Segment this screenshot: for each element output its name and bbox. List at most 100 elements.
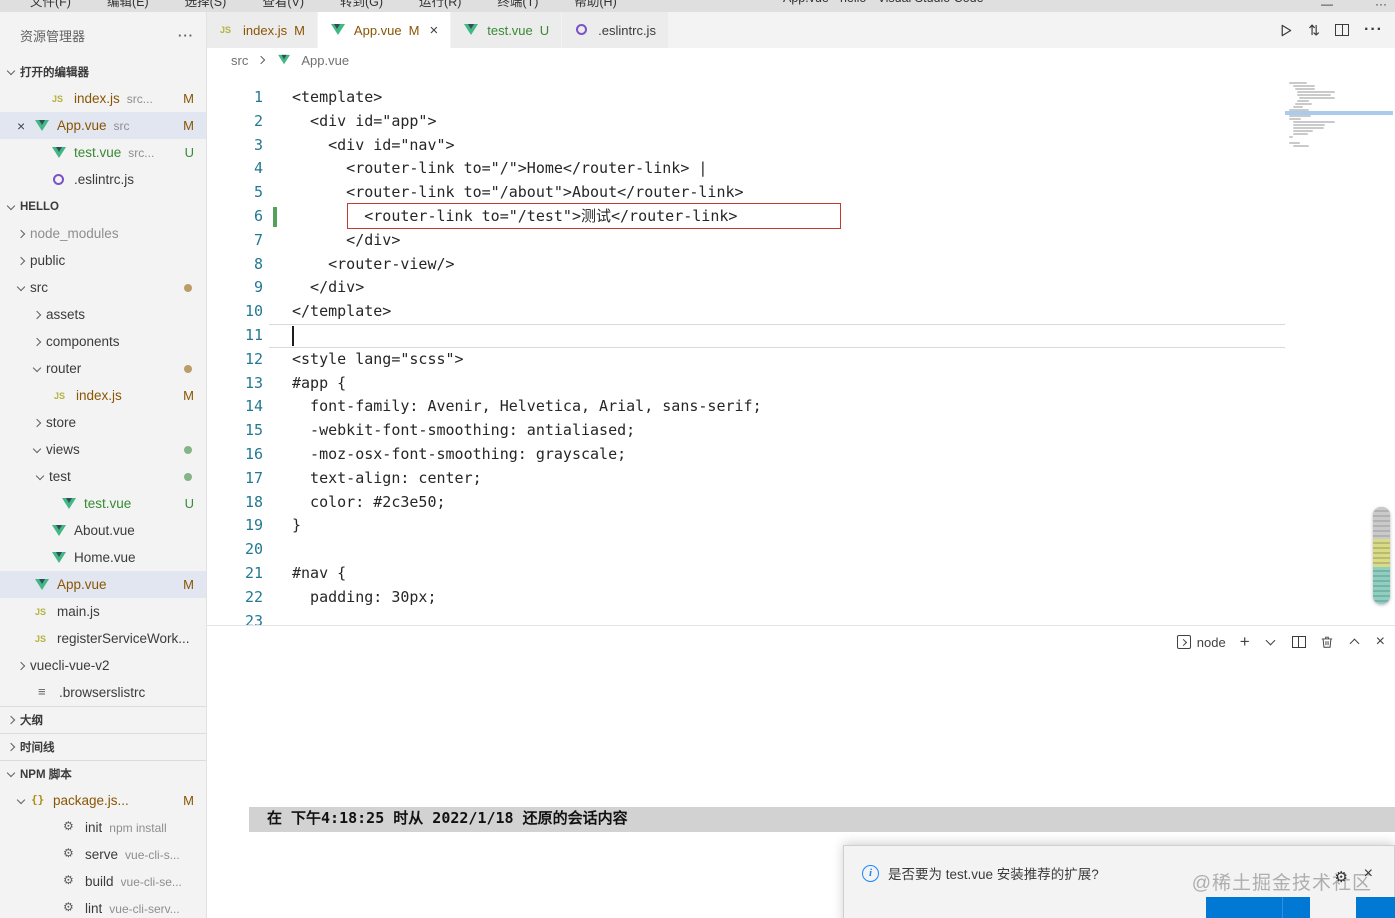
script-name: package.js... — [53, 793, 129, 808]
open-editor-row[interactable]: .eslintrc.js — [0, 166, 206, 193]
notification-settings-icon[interactable]: ⚙ — [1335, 868, 1348, 886]
tree-row[interactable]: assets — [0, 301, 206, 328]
breadcrumb-folder[interactable]: src — [231, 53, 248, 68]
editor-more-icon[interactable]: ··· — [1364, 21, 1383, 39]
terminal-dropdown-icon[interactable] — [1264, 635, 1278, 649]
file-name: public — [30, 253, 66, 268]
tree-row[interactable]: App.vue M — [0, 571, 206, 598]
section-npm-scripts[interactable]: NPM 脚本 — [0, 760, 206, 787]
panel-header: node + × — [207, 626, 1395, 659]
show-recommendations-button[interactable] — [1356, 897, 1395, 918]
line-number: 10 — [244, 302, 263, 321]
split-terminal-icon[interactable] — [1291, 636, 1306, 648]
tree-row[interactable]: router — [0, 355, 206, 382]
tab-eslintrc[interactable]: .eslintrc.js — [562, 12, 669, 48]
npm-script-row[interactable]: build vue-cli-se... — [0, 868, 206, 895]
tree-row[interactable]: test — [0, 463, 206, 490]
git-badge: M — [183, 577, 194, 592]
open-editor-row[interactable]: index.js src... M — [0, 85, 206, 112]
open-changes-icon[interactable]: ⇅ — [1308, 22, 1320, 39]
script-icon — [30, 793, 47, 809]
tree-row[interactable]: vuecli-vue-v2 — [0, 652, 206, 679]
code-editor[interactable]: 1 <template> 2 <div id="app"> 3 <div id=… — [207, 72, 1395, 625]
npm-script-row[interactable]: lint vue-cli-serv... — [0, 895, 206, 918]
file-icon — [51, 523, 68, 539]
minimize-icon[interactable]: — — [1321, 0, 1333, 11]
file-name: assets — [46, 307, 86, 322]
file-name: main.js — [57, 604, 100, 619]
tree-row[interactable]: src — [0, 274, 206, 301]
tab-app-vue[interactable]: App.vue M × — [317, 12, 452, 48]
close-icon[interactable]: × — [429, 22, 438, 39]
tab-test-vue[interactable]: test.vue U — [451, 12, 563, 48]
code-line: 7 </div> — [207, 229, 1395, 253]
install-button[interactable] — [1206, 897, 1310, 918]
window-more-icon[interactable]: ··· — [1375, 0, 1387, 11]
tree-row[interactable]: node_modules — [0, 220, 206, 247]
editor-actions: ⇅ ··· — [1278, 12, 1383, 48]
npm-script-row[interactable]: init npm install — [0, 814, 206, 841]
js-icon — [219, 22, 236, 38]
file-name: test.vue — [74, 145, 122, 160]
open-editor-row[interactable]: App.vue src M — [0, 112, 206, 139]
npm-script-row[interactable]: package.js... M — [0, 787, 206, 814]
menu-selection[interactable]: 选择(S) — [185, 0, 227, 10]
line-text: -moz-osx-font-smoothing: grayscale; — [292, 444, 627, 463]
close-icon[interactable] — [17, 118, 34, 134]
tree-row[interactable]: components — [0, 328, 206, 355]
tree-row[interactable]: About.vue — [0, 517, 206, 544]
open-editors-list: index.js src... M App.vue src M test.vue… — [0, 85, 206, 193]
notification-close-icon[interactable]: × — [1364, 865, 1373, 883]
line-number: 5 — [253, 183, 263, 202]
menu-run[interactable]: 运行(R) — [419, 0, 461, 10]
chevron-icon — [30, 361, 46, 377]
tree-row[interactable]: Home.vue — [0, 544, 206, 571]
menu-terminal[interactable]: 终端(T) — [497, 0, 538, 10]
section-outline[interactable]: 大纲 — [0, 706, 206, 733]
git-badge: U — [184, 496, 194, 511]
script-command: vue-cli-serv... — [109, 901, 180, 916]
terminal-selector[interactable]: node — [1176, 635, 1226, 650]
line-text: </div> — [292, 230, 401, 249]
explorer-more-icon[interactable]: ··· — [178, 28, 194, 43]
menu-edit[interactable]: 编辑(E) — [107, 0, 149, 10]
chevron-right-icon — [4, 739, 20, 755]
menu-help[interactable]: 帮助(H) — [574, 0, 616, 10]
tree-row[interactable]: test.vue U — [0, 490, 206, 517]
menu-view[interactable]: 查看(V) — [262, 0, 304, 10]
tree-row[interactable]: registerServiceWork... — [0, 625, 206, 652]
menu-go[interactable]: 转到(G) — [340, 0, 383, 10]
section-label: 打开的编辑器 — [20, 66, 89, 79]
line-text: </div> — [292, 278, 365, 297]
breadcrumb[interactable]: src App.vue — [207, 48, 1395, 72]
tab-label: .eslintrc.js — [598, 22, 656, 38]
tree-row[interactable]: views — [0, 436, 206, 463]
section-open-editors[interactable]: 打开的编辑器 — [0, 58, 206, 85]
tree-row[interactable]: .browserslistrc — [0, 679, 206, 706]
install-dropdown-icon[interactable] — [1283, 897, 1309, 918]
menu-file[interactable]: 文件(F) — [30, 0, 71, 10]
file-icon — [51, 172, 68, 188]
file-name: .eslintrc.js — [74, 172, 135, 187]
new-terminal-icon[interactable]: + — [1240, 633, 1250, 650]
maximize-panel-icon[interactable] — [1348, 635, 1362, 649]
split-editor-icon[interactable] — [1335, 24, 1350, 36]
line-text: <router-link to="/test">测试</router-link> — [292, 206, 738, 225]
file-icon — [61, 496, 78, 512]
run-icon[interactable] — [1278, 23, 1293, 38]
script-command: vue-cli-s... — [125, 847, 180, 862]
tree-row[interactable]: public — [0, 247, 206, 274]
open-editor-row[interactable]: test.vue src... U — [0, 139, 206, 166]
file-icon — [34, 118, 51, 134]
tab-index-js[interactable]: index.js M — [207, 12, 318, 48]
tree-row[interactable]: index.js M — [0, 382, 206, 409]
tree-row[interactable]: main.js — [0, 598, 206, 625]
npm-script-row[interactable]: serve vue-cli-s... — [0, 841, 206, 868]
file-tree: node_modules public src assets component… — [0, 220, 206, 706]
section-project[interactable]: HELLO — [0, 193, 206, 220]
section-timeline[interactable]: 时间线 — [0, 733, 206, 760]
close-panel-icon[interactable]: × — [1376, 633, 1385, 651]
tree-row[interactable]: store — [0, 409, 206, 436]
breadcrumb-file[interactable]: App.vue — [301, 53, 349, 68]
kill-terminal-icon[interactable] — [1320, 635, 1334, 649]
